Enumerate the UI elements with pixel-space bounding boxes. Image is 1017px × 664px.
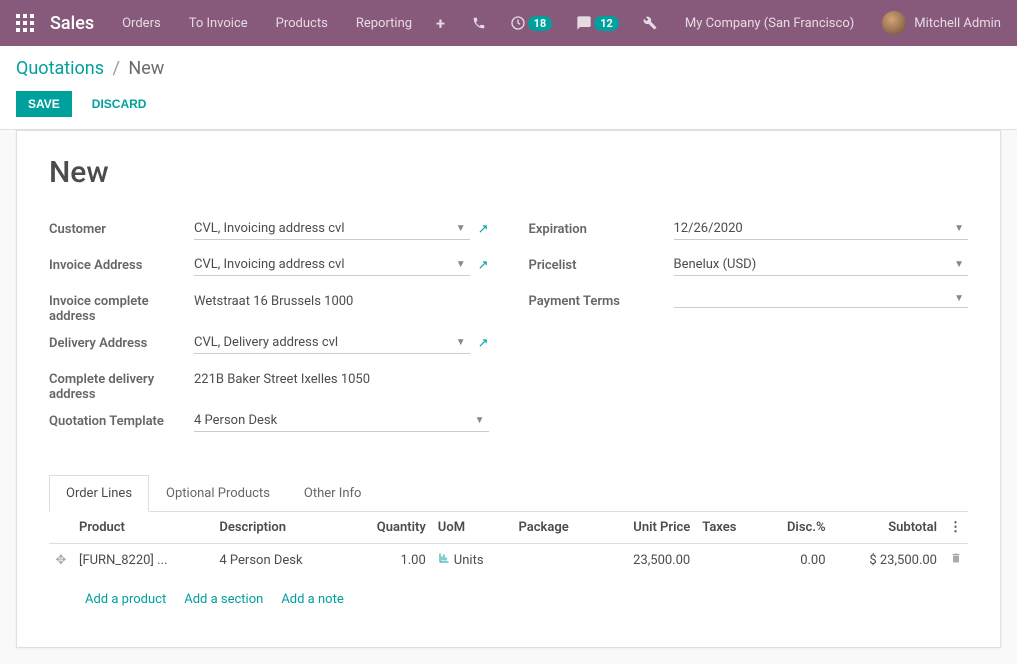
chevron-down-icon[interactable]: ▼ (950, 259, 968, 270)
drag-handle-icon[interactable]: ✥ (49, 544, 73, 577)
col-disc[interactable]: Disc.% (761, 512, 832, 544)
col-subtotal[interactable]: Subtotal (832, 512, 943, 544)
breadcrumb: Quotations / New (16, 58, 1001, 79)
payment-terms-field[interactable]: ▼ (674, 290, 969, 308)
col-product[interactable]: Product (73, 512, 213, 544)
table-row[interactable]: ✥ [FURN_8220] ... 4 Person Desk 1.00 Uni… (49, 544, 968, 577)
invoice-complete-label: Invoice complete address (49, 290, 194, 324)
form-left-column: Customer CVL, Invoicing address cvl ▼ ↗ … (49, 218, 489, 446)
phone-icon[interactable] (464, 10, 494, 36)
delete-row-icon[interactable] (943, 544, 968, 577)
col-package[interactable]: Package (513, 512, 600, 544)
messages-icon[interactable]: 12 (568, 9, 627, 37)
cell-description[interactable]: 4 Person Desk (213, 544, 346, 577)
add-product-link[interactable]: Add a product (85, 592, 166, 607)
main-menu: Orders To Invoice Products Reporting (110, 8, 424, 39)
expiration-label: Expiration (529, 218, 674, 237)
user-name: Mitchell Admin (914, 16, 1001, 31)
breadcrumb-root[interactable]: Quotations (16, 58, 104, 79)
breadcrumb-current: New (128, 58, 164, 79)
invoice-complete-value: Wetstraat 16 Brussels 1000 (194, 290, 489, 309)
order-lines-table: Product Description Quantity UoM Package… (49, 512, 968, 623)
cell-product[interactable]: [FURN_8220] ... (73, 544, 213, 577)
pricelist-field[interactable]: Benelux (USD) ▼ (674, 254, 969, 276)
form-sheet: New Customer CVL, Invoicing address cvl … (16, 130, 1001, 648)
col-uom[interactable]: UoM (432, 512, 513, 544)
pricelist-label: Pricelist (529, 254, 674, 273)
more-columns-icon[interactable]: ⋮ (943, 512, 968, 544)
messages-badge: 12 (594, 16, 619, 31)
tab-other-info[interactable]: Other Info (287, 475, 379, 512)
cell-disc[interactable]: 0.00 (761, 544, 832, 577)
col-taxes[interactable]: Taxes (696, 512, 761, 544)
add-section-link[interactable]: Add a section (184, 592, 263, 607)
company-selector[interactable]: My Company (San Francisco) (673, 8, 866, 39)
user-menu[interactable]: Mitchell Admin (874, 7, 1009, 39)
chart-icon[interactable] (438, 552, 450, 568)
avatar (882, 11, 906, 35)
delivery-complete-label: Complete delivery address (49, 368, 194, 402)
external-link-icon[interactable]: ↗ (478, 222, 489, 237)
breadcrumb-sep: / (112, 58, 119, 79)
form-columns: Customer CVL, Invoicing address cvl ▼ ↗ … (49, 218, 968, 446)
tools-icon[interactable] (635, 10, 665, 36)
tab-optional-products[interactable]: Optional Products (149, 475, 287, 512)
quotation-template-label: Quotation Template (49, 410, 194, 429)
chevron-down-icon[interactable]: ▼ (452, 259, 470, 270)
chevron-down-icon[interactable]: ▼ (452, 223, 470, 234)
external-link-icon[interactable]: ↗ (478, 258, 489, 273)
menu-to-invoice[interactable]: To Invoice (177, 8, 260, 39)
col-description[interactable]: Description (213, 512, 346, 544)
tab-order-lines[interactable]: Order Lines (49, 475, 149, 512)
payment-terms-label: Payment Terms (529, 290, 674, 309)
add-links: Add a product Add a section Add a note (79, 584, 962, 615)
discard-button[interactable]: DISCARD (80, 91, 159, 117)
app-brand[interactable]: Sales (50, 13, 94, 34)
notebook-tabs: Order Lines Optional Products Other Info (49, 474, 968, 512)
page-title: New (49, 155, 968, 190)
new-menu-icon[interactable]: + (424, 6, 457, 41)
quotation-template-field[interactable]: 4 Person Desk ▼ (194, 410, 489, 432)
cell-unit-price[interactable]: 23,500.00 (600, 544, 697, 577)
delivery-address-field[interactable]: CVL, Delivery address cvl ▼ (194, 332, 470, 354)
chevron-down-icon[interactable]: ▼ (471, 415, 489, 426)
customer-label: Customer (49, 218, 194, 237)
save-button[interactable]: SAVE (16, 91, 72, 117)
form-right-column: Expiration 12/26/2020 ▼ Pricelist Benelu… (529, 218, 969, 446)
expiration-field[interactable]: 12/26/2020 ▼ (674, 218, 969, 240)
col-quantity[interactable]: Quantity (346, 512, 431, 544)
top-navbar: Sales Orders To Invoice Products Reporti… (0, 0, 1017, 46)
chevron-down-icon[interactable]: ▼ (950, 223, 968, 234)
cell-quantity[interactable]: 1.00 (346, 544, 431, 577)
delivery-address-label: Delivery Address (49, 332, 194, 351)
external-link-icon[interactable]: ↗ (478, 336, 489, 351)
cell-package[interactable] (513, 544, 600, 577)
sheet-background: New Customer CVL, Invoicing address cvl … (0, 130, 1017, 664)
customer-field[interactable]: CVL, Invoicing address cvl ▼ (194, 218, 470, 240)
menu-reporting[interactable]: Reporting (344, 8, 424, 39)
activities-badge: 18 (528, 16, 553, 31)
add-note-link[interactable]: Add a note (281, 592, 343, 607)
menu-products[interactable]: Products (264, 8, 340, 39)
chevron-down-icon[interactable]: ▼ (950, 293, 968, 304)
apps-icon[interactable] (8, 6, 42, 40)
invoice-address-field[interactable]: CVL, Invoicing address cvl ▼ (194, 254, 470, 276)
cell-subtotal: $ 23,500.00 (832, 544, 943, 577)
control-panel: Quotations / New SAVE DISCARD (0, 46, 1017, 130)
col-unit-price[interactable]: Unit Price (600, 512, 697, 544)
invoice-address-label: Invoice Address (49, 254, 194, 273)
menu-orders[interactable]: Orders (110, 8, 173, 39)
action-buttons: SAVE DISCARD (16, 91, 1001, 117)
navbar-right: 18 12 My Company (San Francisco) Mitchel… (464, 7, 1009, 39)
chevron-down-icon[interactable]: ▼ (452, 337, 470, 348)
activities-icon[interactable]: 18 (502, 9, 561, 37)
cell-taxes[interactable] (696, 544, 761, 577)
cell-uom[interactable]: Units (432, 544, 513, 577)
delivery-complete-value: 221B Baker Street Ixelles 1050 (194, 368, 489, 387)
